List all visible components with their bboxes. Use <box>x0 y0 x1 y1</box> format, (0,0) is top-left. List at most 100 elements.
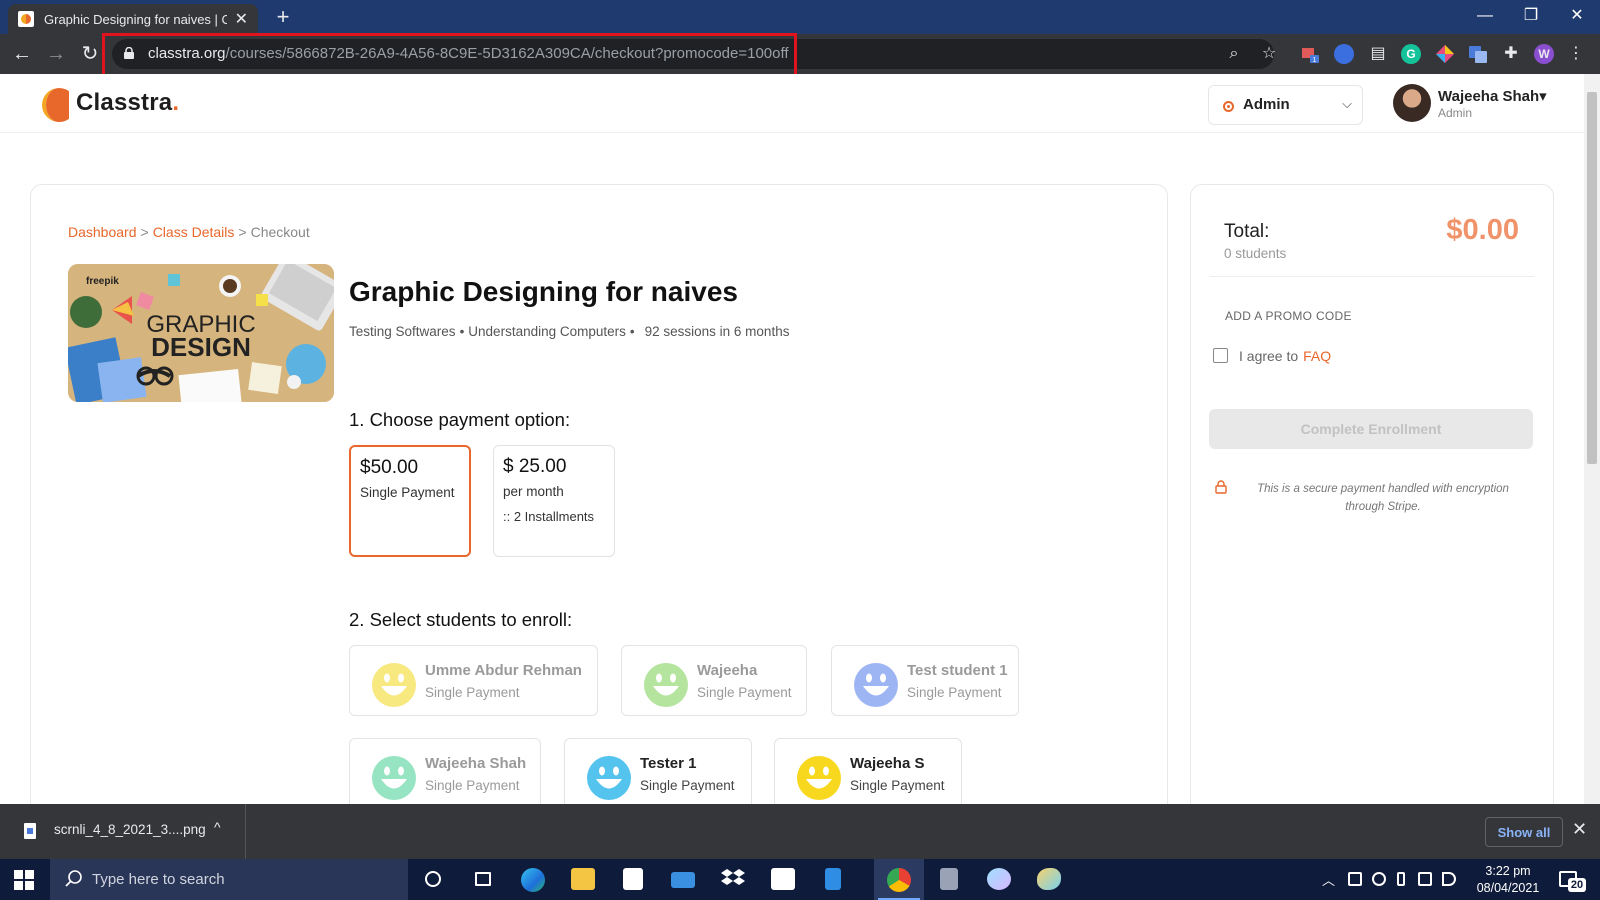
extension-screenshot-icon[interactable]: 1 <box>1300 44 1320 64</box>
notes-app-icon[interactable] <box>808 859 858 900</box>
reload-icon[interactable]: ↻ <box>76 40 104 68</box>
mail-icon[interactable] <box>658 859 708 900</box>
svg-text:1: 1 <box>1313 57 1317 64</box>
student-card[interactable]: Wajeeha Shah Single Payment <box>349 738 541 809</box>
battery-icon[interactable] <box>1418 872 1432 886</box>
student-plan: Single Payment <box>850 778 945 793</box>
system-clock[interactable]: 3:22 pm 08/04/2021 <box>1468 863 1548 897</box>
chrome-icon[interactable] <box>874 859 924 900</box>
store-icon[interactable] <box>608 859 658 900</box>
payment-installments: :: 2 Installments <box>503 509 595 524</box>
user-role: Admin <box>1438 106 1473 120</box>
taskbar-search-box[interactable]: Type here to search <box>50 859 408 900</box>
student-name: Test student 1 <box>907 662 1008 679</box>
task-view-icon[interactable] <box>458 859 508 900</box>
student-name: Tester 1 <box>640 755 697 772</box>
add-promo-code-link[interactable]: ADD A PROMO CODE <box>1225 309 1352 323</box>
tray-chevron-up-icon[interactable]: ︿ <box>1322 870 1335 889</box>
lock-icon <box>1215 480 1227 494</box>
bookmark-star-icon[interactable]: ☆ <box>1259 44 1279 64</box>
student-card[interactable]: Wajeeha S Single Payment <box>774 738 962 809</box>
chevron-up-icon[interactable]: ^ <box>214 819 221 835</box>
student-card[interactable]: Tester 1 Single Payment <box>564 738 752 809</box>
chrome-menu-icon[interactable]: ⋮ <box>1566 44 1586 64</box>
course-sessions: 92 sessions in 6 months <box>644 324 790 339</box>
extensions-puzzle-icon[interactable]: ✚ <box>1501 44 1521 64</box>
breadcrumb-class-details[interactable]: Class Details <box>153 224 235 240</box>
download-file-name: scrnli_4_8_2021_3....png <box>54 822 206 837</box>
course-thumbnail: freepik GRAPHIC DESIGN <box>68 264 334 402</box>
edge-icon[interactable] <box>508 859 558 900</box>
student-plan: Single Payment <box>697 685 792 700</box>
volume-icon[interactable] <box>1442 872 1456 886</box>
profile-avatar-icon[interactable]: W <box>1534 44 1554 64</box>
user-avatar[interactable] <box>1393 84 1431 122</box>
payment-option-single[interactable]: $50.00 Single Payment <box>349 445 471 557</box>
forward-arrow-icon[interactable]: → <box>42 40 70 68</box>
tab-title: Graphic Designing for naives | Cl <box>44 11 227 27</box>
extension-color-icon[interactable] <box>1435 44 1455 64</box>
microphone-icon[interactable] <box>1397 872 1405 886</box>
image-file-icon <box>24 823 36 839</box>
browser-tab[interactable]: Graphic Designing for naives | Cl ✕ <box>8 4 258 34</box>
classtra-favicon-icon <box>18 11 34 27</box>
logo-text[interactable]: Classtra. <box>76 89 179 117</box>
extension-clipboard-icon[interactable]: ▤ <box>1368 44 1388 64</box>
back-arrow-icon[interactable]: ← <box>8 40 36 68</box>
complete-enrollment-button[interactable]: Complete Enrollment <box>1209 409 1533 449</box>
agree-label: I agree to FAQ <box>1239 348 1332 364</box>
notification-count: 20 <box>1568 878 1586 892</box>
restore-icon[interactable]: ❐ <box>1508 0 1554 34</box>
role-dropdown[interactable]: Admin ⌵ <box>1208 85 1363 125</box>
total-label: Total: <box>1224 221 1270 242</box>
show-all-button[interactable]: Show all <box>1485 817 1563 847</box>
window-close-icon[interactable]: ✕ <box>1554 0 1600 34</box>
extension-globe-icon[interactable] <box>1334 44 1354 64</box>
paint-icon[interactable] <box>1024 859 1074 900</box>
secure-payment-note: This is a secure payment handled with en… <box>1257 483 1509 513</box>
role-label: Admin <box>1243 96 1290 113</box>
smiley-avatar-icon <box>587 756 631 800</box>
scrollbar-thumb[interactable] <box>1587 92 1597 464</box>
dropbox-icon[interactable] <box>708 859 758 900</box>
user-name-menu[interactable]: Wajeeha Shah▾ <box>1438 87 1547 105</box>
breadcrumb: Dashboard > Class Details > Checkout <box>68 224 310 240</box>
amazon-icon[interactable] <box>758 859 808 900</box>
paint-3d-icon[interactable] <box>974 859 1024 900</box>
student-plan: Single Payment <box>425 685 520 700</box>
google-translate-icon[interactable] <box>1468 44 1488 64</box>
student-plan: Single Payment <box>907 685 1002 700</box>
downloads-close-icon[interactable]: ✕ <box>1572 819 1587 840</box>
new-tab-button[interactable]: + <box>270 4 296 30</box>
windows-taskbar: Type here to search ︿ 3:22 pm 08/04/2021… <box>0 859 1600 900</box>
calculator-icon[interactable] <box>924 859 974 900</box>
meet-now-icon[interactable] <box>1348 872 1362 886</box>
site-header: Classtra. Admin ⌵ Wajeeha Shah▾ Admin <box>0 74 1584 133</box>
student-card[interactable]: Wajeeha Single Payment <box>621 645 807 716</box>
student-plan: Single Payment <box>425 778 520 793</box>
download-item[interactable]: scrnli_4_8_2021_3....png ^ <box>0 804 246 859</box>
total-students: 0 students <box>1224 246 1287 261</box>
faq-link[interactable]: FAQ <box>1303 348 1331 364</box>
notification-center-icon[interactable]: 20 <box>1559 869 1586 892</box>
breadcrumb-dashboard[interactable]: Dashboard <box>68 224 137 240</box>
windows-start-icon[interactable] <box>14 870 34 890</box>
minimize-icon[interactable]: — <box>1462 0 1508 34</box>
grammarly-icon[interactable]: G <box>1401 44 1421 64</box>
tab-close-icon[interactable]: ✕ <box>235 9 248 29</box>
zoom-icon[interactable]: ⌕ <box>1224 44 1244 64</box>
clock-date: 08/04/2021 <box>1476 881 1540 895</box>
smiley-avatar-icon <box>644 663 688 707</box>
onedrive-icon[interactable] <box>1372 872 1386 886</box>
student-card[interactable]: Umme Abdur Rehman Single Payment <box>349 645 598 716</box>
student-name: Umme Abdur Rehman <box>425 662 582 679</box>
payment-price: $ 25.00 <box>503 456 567 477</box>
student-card[interactable]: Test student 1 Single Payment <box>831 645 1019 716</box>
file-explorer-icon[interactable] <box>558 859 608 900</box>
payment-option-monthly[interactable]: $ 25.00 per month :: 2 Installments <box>493 445 615 557</box>
student-name: Wajeeha S <box>850 755 925 772</box>
agree-checkbox[interactable] <box>1213 348 1228 363</box>
payment-label: per month <box>503 484 564 499</box>
smiley-avatar-icon <box>372 756 416 800</box>
cortana-icon[interactable] <box>408 859 458 900</box>
